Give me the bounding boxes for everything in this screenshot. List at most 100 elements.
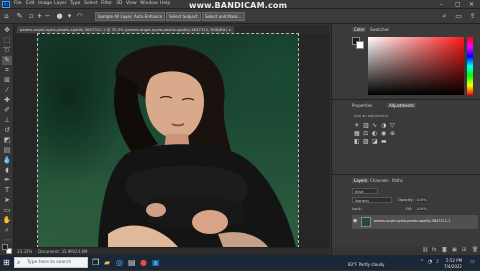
bandicam-app-icon[interactable]: ● [140,258,147,267]
rectangle-tool-icon[interactable]: ▭ [2,206,12,215]
subtract-from-selection-icon[interactable]: − [44,13,51,20]
layer-filter-dropdown[interactable]: Kind [352,188,378,194]
clone-stamp-tool-icon[interactable]: ⊥ [2,116,12,125]
photoshop-logo-icon[interactable]: Ps [2,1,10,8]
brush-size-icon[interactable]: ● [56,13,63,20]
exposure-icon[interactable]: ◑ [381,122,386,129]
history-brush-tool-icon[interactable]: ↺ [2,126,12,135]
home-icon[interactable]: ⌂ [3,13,10,20]
eraser-tool-icon[interactable]: ◩ [2,136,12,145]
menu-file[interactable]: File [14,1,22,6]
threshold-icon[interactable]: ◪ [372,138,378,145]
new-selection-icon[interactable]: ▫ [28,13,35,20]
hue-slider[interactable] [467,37,473,95]
channel-mixer-icon[interactable]: ⊕ [390,130,395,137]
minimize-icon[interactable]: – [440,1,443,8]
volume-icon[interactable]: ♪ [436,258,439,267]
crop-tool-icon[interactable]: ⌗ [2,66,12,75]
chevron-down-icon[interactable]: ▾ [66,13,73,20]
menu-image[interactable]: Image [38,1,52,6]
eyedropper-tool-icon[interactable]: ⁄ [2,86,12,95]
menu-type[interactable]: Type [70,1,80,6]
share-icon[interactable]: ⇪ [469,13,476,20]
marquee-tool-icon[interactable]: ⬚ [2,36,12,45]
brush-tool-icon[interactable]: ✐ [2,106,12,115]
move-tool-icon[interactable]: ✥ [2,26,12,35]
windows-start-icon[interactable]: ⊞ [3,258,10,267]
path-selection-tool-icon[interactable]: ➤ [2,196,12,205]
hue-saturation-icon[interactable]: ▦ [354,130,360,137]
layer-row[interactable]: ◉ pexels-angel-ayala-pexels-spotify-3847… [352,215,478,229]
gradient-tool-icon[interactable]: ▤ [2,146,12,155]
black-white-icon[interactable]: ◐ [372,130,377,137]
menu-layer[interactable]: Layer [54,1,67,6]
type-tool-icon[interactable]: T [2,186,12,195]
document-image[interactable] [37,33,299,248]
file-explorer-icon[interactable]: ▰ [104,258,110,267]
fill-field[interactable]: 100% [416,206,427,211]
auto-enhance-checkbox[interactable]: Auto-Enhance [131,12,166,21]
vibrance-icon[interactable]: ▽ [390,122,395,129]
photoshop-taskbar-icon[interactable]: ▣ [152,258,160,267]
blur-tool-icon[interactable]: 💧 [2,156,12,165]
add-to-selection-icon[interactable]: + [36,13,43,20]
lasso-tool-icon[interactable]: ➰ [2,46,12,55]
menu-edit[interactable]: Edit [26,1,35,6]
paths-tab[interactable]: Paths [392,178,403,183]
opacity-field[interactable]: 100% [416,197,427,202]
properties-tab[interactable]: Properties [352,103,372,108]
dodge-tool-icon[interactable]: ◖ [2,166,12,175]
menu-window[interactable]: Window [140,1,158,6]
menu-select[interactable]: Select [84,1,98,6]
edge-browser-icon[interactable]: ◎ [116,258,123,267]
curves-icon[interactable]: ∿ [372,122,377,129]
new-group-icon[interactable]: ▣ [452,247,457,253]
pen-tool-icon[interactable]: ✒ [2,176,12,185]
maximize-icon[interactable]: ▢ [455,1,461,8]
task-view-icon[interactable]: ❒ [92,258,99,267]
adjustments-tab[interactable]: Adjustments [387,103,417,108]
healing-brush-tool-icon[interactable]: ✚ [2,96,12,105]
quick-selection-tool-button[interactable]: ✎ [2,56,12,65]
new-layer-icon[interactable]: ⊞ [462,247,466,253]
link-layers-icon[interactable]: ⛓ [422,247,428,253]
hand-tool-icon[interactable]: ✋ [2,216,12,225]
menu-view[interactable]: View [126,1,137,6]
document-tab[interactable]: pexels-angel-ayala-pexels-spotify-384731… [17,26,235,33]
color-tab[interactable]: Color [352,27,367,32]
channels-tab[interactable]: Channels [370,178,389,183]
zoom-level[interactable]: 33.33% [17,249,32,254]
delete-layer-icon[interactable]: 🗑 [472,247,478,253]
invert-icon[interactable]: ◧ [354,138,360,145]
layers-tab[interactable]: Layers [352,178,370,183]
layer-style-icon[interactable]: fx [432,247,437,253]
select-subject-button[interactable]: Select Subject [166,12,201,21]
workspace-icon[interactable]: ▭ [455,13,462,20]
menu-help[interactable]: Help [160,1,170,6]
quick-selection-tool-icon[interactable]: ✎ [16,13,23,20]
tray-chevron-icon[interactable]: ⌃ [420,258,424,267]
foreground-color-swatch[interactable] [2,244,8,250]
zoom-tool-icon[interactable]: ⌕ [2,226,12,235]
blend-mode-dropdown[interactable]: Normal [352,197,392,203]
brightness-icon[interactable]: ☀ [354,122,359,129]
levels-icon[interactable]: ▥ [363,122,369,129]
gradient-map-icon[interactable]: ▬ [381,138,387,145]
layer-name[interactable]: pexels-angel-ayala-pexels-spotify-384731… [374,219,450,223]
weather-widget[interactable]: 83°F Partly cloudy [348,260,385,269]
visibility-eye-icon[interactable]: ◉ [353,218,357,224]
network-icon[interactable]: ◔ [428,258,432,267]
close-icon[interactable]: ✕ [469,1,474,8]
photo-filter-icon[interactable]: ◉ [381,130,386,137]
swatches-tab[interactable]: Swatches [370,27,389,32]
store-icon[interactable]: ▤ [128,258,136,267]
frame-tool-icon[interactable]: ⊠ [2,76,12,85]
notifications-icon[interactable]: ▭ [470,258,475,267]
menu-filter[interactable]: Filter [101,1,112,6]
color-background-swatch[interactable] [356,41,364,49]
color-picker-field[interactable] [368,37,464,95]
brush-angle-icon[interactable]: ◠ [76,13,83,20]
search-icon[interactable]: ⌕ [441,13,448,20]
select-and-mask-button[interactable]: Select and Mask... [202,12,245,21]
taskbar-search-box[interactable]: ⌕ Type here to search [14,257,88,268]
